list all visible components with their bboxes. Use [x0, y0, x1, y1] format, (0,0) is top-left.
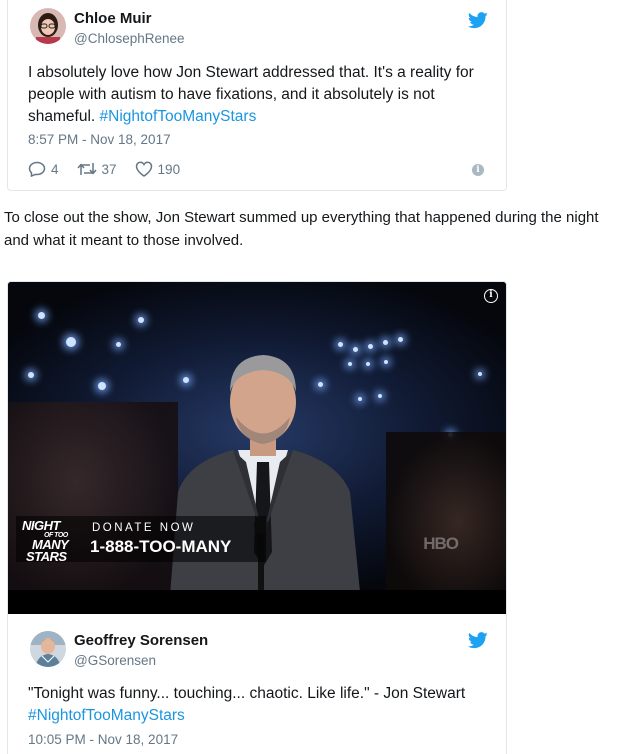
tweet-timestamp[interactable]: 8:57 PM - Nov 18, 2017: [28, 132, 171, 147]
tweet-text-body: "Tonight was funny... touching... chaoti…: [28, 685, 466, 702]
audience-right: [386, 432, 506, 612]
tweet-timestamp[interactable]: 10:05 PM - Nov 18, 2017: [28, 732, 178, 747]
retweet-button[interactable]: 37: [76, 161, 117, 177]
author-avatar[interactable]: [30, 8, 66, 44]
hashtag-link[interactable]: #NightofTooManyStars: [28, 705, 498, 727]
reply-button[interactable]: 4: [28, 161, 59, 177]
author-name[interactable]: Geoffrey Sorensen: [74, 632, 208, 649]
tweet-card-chloe[interactable]: Chloe Muir @ChlosephRenee I absolutely l…: [7, 0, 507, 191]
tweet-card-geoffrey[interactable]: NIGHT OF TOO MANY STARS DONATE NOW 1-888…: [7, 281, 507, 754]
article-paragraph: To close out the show, Jon Stewart summe…: [4, 209, 599, 249]
reply-icon: [28, 161, 46, 177]
info-icon[interactable]: i: [472, 164, 484, 176]
donate-phone: 1-888-TOO-MANY: [90, 537, 232, 556]
twitter-bird-icon[interactable]: [468, 632, 488, 649]
author-handle[interactable]: @GSorensen: [74, 653, 156, 668]
video-bottom-bar: [8, 590, 506, 614]
video-player[interactable]: NIGHT OF TOO MANY STARS DONATE NOW 1-888…: [8, 282, 506, 614]
show-logo: NIGHT OF TOO MANY STARS: [22, 518, 69, 564]
author-handle[interactable]: @ChlosephRenee: [74, 31, 185, 46]
tweet-text: "Tonight was funny... touching... chaoti…: [28, 683, 498, 727]
speaker-figure: [168, 355, 363, 614]
network-watermark: HBO: [423, 534, 459, 553]
tweet-actions: 4 37 190: [28, 161, 198, 177]
twitter-bird-icon[interactable]: [468, 12, 488, 29]
hashtag-link[interactable]: #NightofTooManyStars: [100, 108, 257, 125]
reply-count: 4: [51, 161, 59, 177]
donation-banner: NIGHT OF TOO MANY STARS DONATE NOW 1-888…: [16, 516, 266, 564]
like-count: 190: [157, 161, 181, 177]
info-icon[interactable]: i: [484, 289, 498, 303]
retweet-icon: [76, 163, 97, 175]
author-avatar[interactable]: [30, 631, 66, 667]
tweet-text: I absolutely love how Jon Stewart addres…: [28, 62, 498, 128]
audience-left: [8, 402, 178, 602]
author-name[interactable]: Chloe Muir: [74, 10, 152, 27]
donate-label: DONATE NOW: [92, 522, 196, 534]
retweet-count: 37: [101, 161, 117, 177]
heart-icon: [135, 161, 152, 177]
like-button[interactable]: 190: [135, 161, 181, 177]
